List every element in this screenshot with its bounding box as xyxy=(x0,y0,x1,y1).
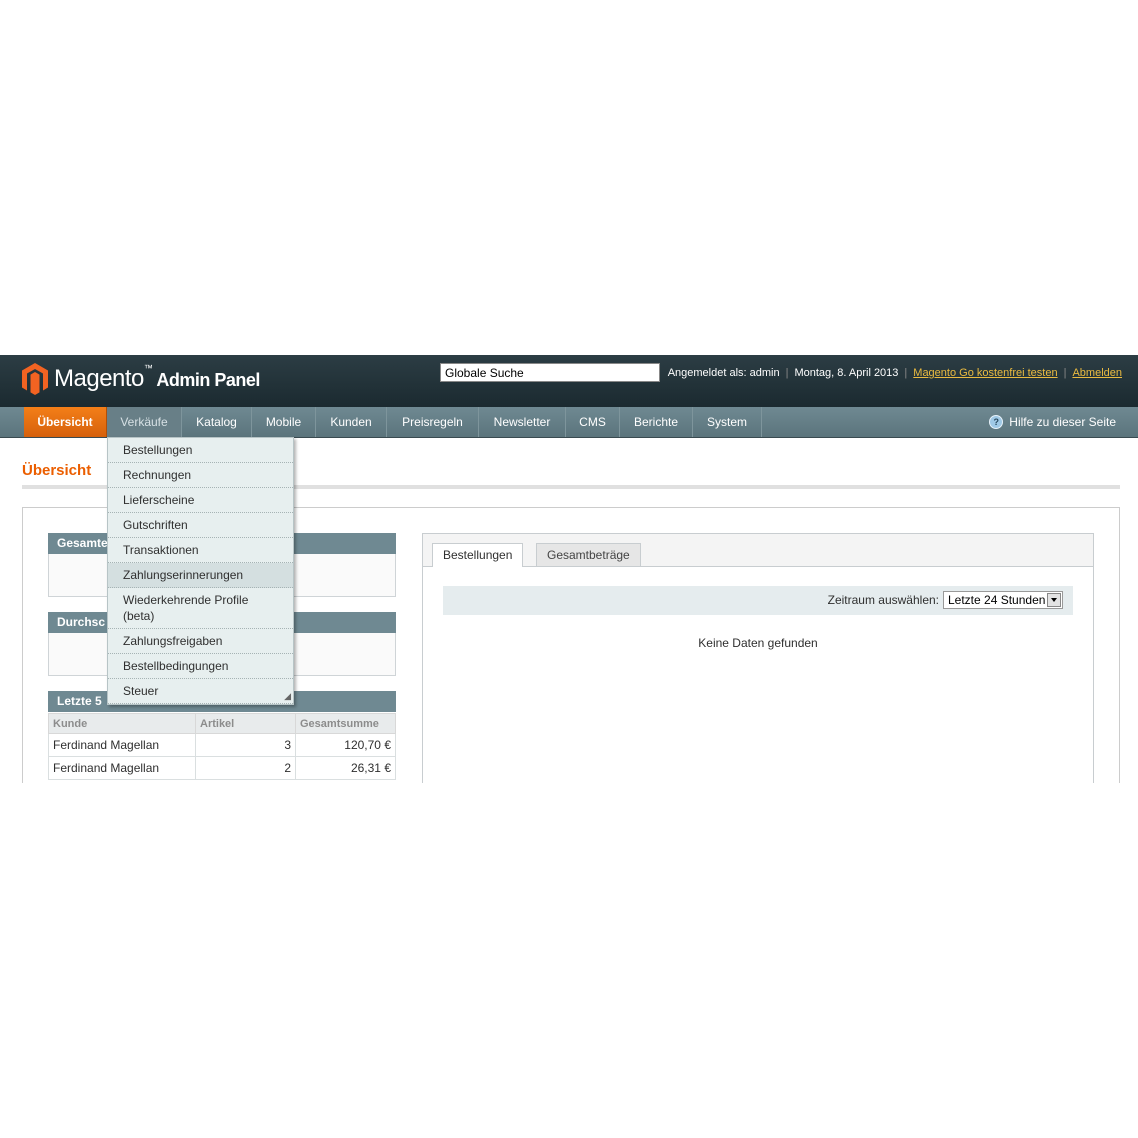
cell-total: 26,31 € xyxy=(295,756,396,780)
header: Magento™Admin Panel Angemeldet als: admi… xyxy=(0,355,1138,407)
nav-item-cms[interactable]: CMS xyxy=(566,407,620,437)
table-header-row: Kunde Artikel Gesamtsumme xyxy=(48,713,396,734)
cell-items: 2 xyxy=(195,756,296,780)
menu-item-invoices[interactable]: Rechnungen xyxy=(108,463,293,488)
nav-item-system[interactable]: System xyxy=(693,407,762,437)
logged-in-text: Angemeldet als: admin xyxy=(667,367,780,379)
help-link[interactable]: ? Hilfe zu dieser Seite xyxy=(989,407,1116,437)
chevron-down-icon xyxy=(1047,593,1061,607)
tab-orders[interactable]: Bestellungen xyxy=(432,543,524,567)
nav-item-reports[interactable]: Berichte xyxy=(620,407,693,437)
page-title: Übersicht xyxy=(22,462,92,479)
menu-item-terms-conditions[interactable]: Bestellbedingungen xyxy=(108,654,293,679)
magento-logo[interactable]: Magento™Admin Panel xyxy=(22,363,260,395)
period-label: Zeitraum auswählen: xyxy=(827,593,939,607)
trial-link[interactable]: Magento Go kostenfrei testen xyxy=(913,367,1057,379)
last-orders-table: Kunde Artikel Gesamtsumme Ferdinand Mage… xyxy=(48,713,396,780)
menu-item-billing-agreements[interactable]: Zahlungsfreigaben xyxy=(108,629,293,654)
period-filter-bar: Zeitraum auswählen: Letzte 24 Stunden xyxy=(443,586,1073,615)
tab-amounts[interactable]: Gesamtbeträge xyxy=(536,543,641,566)
cell-total: 120,70 € xyxy=(295,733,396,757)
help-icon: ? xyxy=(989,415,1004,429)
nav-item-dashboard[interactable]: Übersicht xyxy=(24,407,107,437)
nav-item-newsletter[interactable]: Newsletter xyxy=(479,407,566,437)
diagram-panel: Bestellungen Gesamtbeträge Zeitraum ausw… xyxy=(422,533,1094,783)
cell-customer: Ferdinand Magellan xyxy=(48,733,196,757)
help-label: Hilfe zu dieser Seite xyxy=(1009,415,1116,429)
separator: | xyxy=(904,367,908,379)
menu-item-tax[interactable]: Steuer xyxy=(108,679,293,704)
header-links: Angemeldet als: admin | Montag, 8. April… xyxy=(668,367,1122,379)
logout-link[interactable]: Abmelden xyxy=(1072,367,1122,379)
global-search-input[interactable] xyxy=(440,363,660,382)
menu-item-orders[interactable]: Bestellungen xyxy=(108,438,293,463)
resize-handle-icon[interactable]: ◢ xyxy=(284,691,291,702)
cell-customer: Ferdinand Magellan xyxy=(48,756,196,780)
separator: | xyxy=(785,367,789,379)
period-select-value: Letzte 24 Stunden xyxy=(948,593,1046,607)
page: { "header": { "logo_main": "Magento", "l… xyxy=(0,0,1138,1138)
menu-item-shipments[interactable]: Lieferscheine xyxy=(108,488,293,513)
column-header-items[interactable]: Artikel xyxy=(195,713,296,734)
date-text: Montag, 8. April 2013 xyxy=(794,367,899,379)
table-row[interactable]: Ferdinand Magellan 2 26,31 € xyxy=(48,756,396,780)
column-header-customer[interactable]: Kunde xyxy=(48,713,196,734)
logo-text: Magento™Admin Panel xyxy=(54,363,260,392)
admin-screen: Magento™Admin Panel Angemeldet als: admi… xyxy=(0,355,1138,783)
table-row[interactable]: Ferdinand Magellan 3 120,70 € xyxy=(48,733,396,757)
no-data-message: Keine Daten gefunden xyxy=(698,636,818,650)
nav-item-catalog[interactable]: Katalog xyxy=(182,407,252,437)
nav-item-mobile[interactable]: Mobile xyxy=(252,407,316,437)
separator: | xyxy=(1063,367,1067,379)
menu-item-payment-reminders[interactable]: Zahlungserinnerungen xyxy=(108,563,293,588)
tab-bar: Bestellungen Gesamtbeträge xyxy=(423,534,1093,567)
column-header-total[interactable]: Gesamtsumme xyxy=(295,713,396,734)
main-nav: Übersicht Verkäufe Katalog Mobile Kunden… xyxy=(0,407,1138,438)
cell-items: 3 xyxy=(195,733,296,757)
nav-item-customers[interactable]: Kunden xyxy=(316,407,387,437)
nav-item-promotions[interactable]: Preisregeln xyxy=(387,407,479,437)
sales-dropdown-menu: Bestellungen Rechnungen Lieferscheine Gu… xyxy=(107,437,294,705)
menu-item-credit-memos[interactable]: Gutschriften xyxy=(108,513,293,538)
nav-item-sales[interactable]: Verkäufe xyxy=(107,407,182,437)
magento-logo-icon xyxy=(22,363,48,395)
menu-item-transactions[interactable]: Transaktionen xyxy=(108,538,293,563)
period-select[interactable]: Letzte 24 Stunden xyxy=(943,591,1063,609)
menu-item-recurring-profiles[interactable]: Wiederkehrende Profile (beta) xyxy=(108,588,293,629)
